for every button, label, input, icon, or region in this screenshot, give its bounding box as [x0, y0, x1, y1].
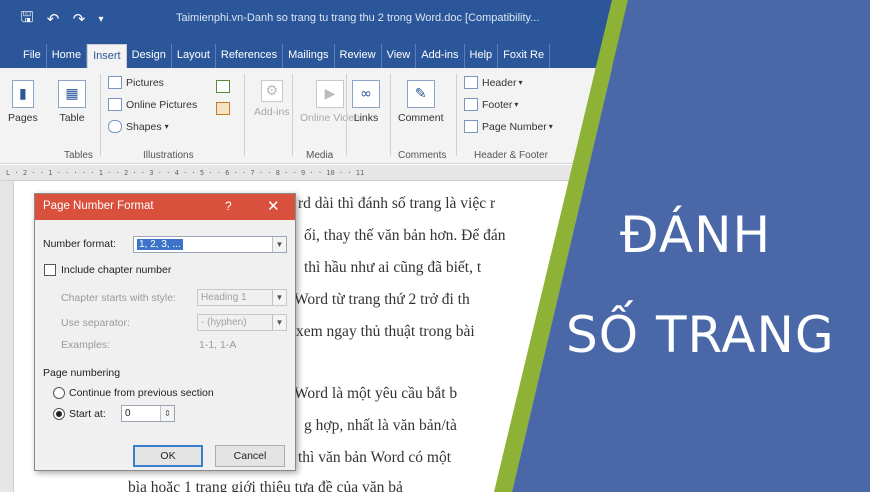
link-icon: ∞ [352, 80, 380, 108]
tab-file[interactable]: File [18, 44, 47, 68]
chevron-down-icon: ▼ [272, 290, 286, 305]
start-at-radio[interactable] [53, 408, 65, 420]
online-pictures-button[interactable]: Online Pictures [108, 98, 197, 111]
table-icon: ▦ [58, 80, 86, 108]
dialog-title: Page Number Format [43, 200, 154, 212]
group-label-comments: Comments [398, 150, 447, 161]
document-line: Word là một yêu cầu bắt b [294, 385, 458, 402]
chart-button[interactable] [216, 102, 234, 115]
tab-layout[interactable]: Layout [172, 44, 216, 68]
ok-button[interactable]: OK [133, 445, 203, 467]
smartart-button[interactable] [216, 80, 234, 93]
customize-quick-access-icon[interactable]: ▾ [92, 10, 110, 28]
start-at-label: Start at: [69, 408, 106, 420]
vertical-ruler[interactable] [0, 181, 14, 492]
comment-icon: ✎ [406, 80, 435, 108]
save-icon[interactable]: 🖫 [18, 8, 36, 28]
help-icon[interactable]: ? [225, 199, 232, 213]
picture-icon [108, 76, 122, 89]
continue-previous-label: Continue from previous section [69, 387, 214, 399]
chapter-style-label: Chapter starts with style: [61, 292, 176, 304]
store-icon: ⚙ [260, 80, 283, 102]
include-chapter-checkbox[interactable] [44, 264, 56, 276]
chart-icon [216, 102, 230, 115]
tab-add-ins[interactable]: Add-ins [416, 44, 465, 68]
banner-heading-line-1: ĐÁNH [620, 206, 772, 264]
group-label-header-footer: Header & Footer [474, 150, 548, 161]
tab-mailings[interactable]: Mailings [283, 44, 335, 68]
tab-home[interactable]: Home [47, 44, 88, 68]
links-button[interactable]: ∞ Links [352, 80, 380, 124]
document-line: ối, thay thế văn bản hơn. Để đán [304, 227, 506, 244]
video-icon: ▶ [315, 80, 344, 108]
smartart-icon [216, 80, 230, 93]
number-format-label: Number format: [43, 238, 116, 250]
footer-icon [464, 98, 478, 111]
online-video-button[interactable]: ▶ Online Video [300, 80, 360, 124]
separator-select[interactable]: - (hyphen) ▼ [197, 314, 287, 331]
number-format-select[interactable]: 1, 2, 3, ... ▼ [133, 236, 287, 253]
include-chapter-label: Include chapter number [61, 264, 172, 276]
add-ins-button[interactable]: ⚙ Add-ins [254, 80, 290, 118]
tab-help[interactable]: Help [465, 44, 499, 68]
chapter-style-select[interactable]: Heading 1 ▼ [197, 289, 287, 306]
document-line: rd dài thì đánh số trang là việc r [298, 195, 496, 212]
header-icon [464, 76, 478, 89]
examples-value: 1-1, 1-A [199, 339, 237, 351]
title-bar: 🖫 ↶ ↷ ▾ Taimienphi.vn-Danh so trang tu t… [0, 0, 870, 40]
group-label-media: Media [306, 150, 334, 161]
page-number-format-dialog: Page Number Format ? ✕ Number format: 1,… [34, 193, 296, 471]
document-line: thì văn bản Word có một [298, 449, 452, 466]
banner-heading-line-2: SỐ TRANG [566, 306, 835, 364]
ribbon: ▮ Pages ▦ Table Tables Pictures Online P… [0, 68, 870, 164]
comment-button[interactable]: ✎ Comment [398, 80, 444, 124]
group-label-illustrations: Illustrations [143, 150, 194, 161]
start-at-input[interactable]: 0 ⇕ [121, 405, 175, 422]
footer-button[interactable]: Footer ▾ [464, 98, 518, 111]
online-picture-icon [108, 98, 122, 111]
document-line: g hợp, nhất là văn bản/tà [304, 417, 457, 434]
page-numbering-label: Page numbering [43, 367, 121, 379]
continue-previous-radio[interactable] [53, 387, 65, 399]
document-line: Word từ trang thứ 2 trở đi th [294, 291, 470, 308]
page-number-button[interactable]: Page Number ▾ [464, 120, 553, 133]
tab-references[interactable]: References [216, 44, 284, 68]
dialog-title-bar: Page Number Format ? ✕ [35, 194, 295, 220]
number-format-value: 1, 2, 3, ... [137, 239, 183, 250]
undo-icon[interactable]: ↶ [44, 10, 62, 28]
cancel-button[interactable]: Cancel [215, 445, 285, 467]
document-line: thì hầu như ai cũng đã biết, t [304, 259, 482, 276]
document-line: bìa hoặc 1 trang giới thiệu tựa đề của v… [128, 479, 403, 492]
separator-label: Use separator: [61, 317, 130, 329]
quick-access-toolbar: 🖫 ↶ ↷ ▾ [18, 8, 118, 29]
redo-icon[interactable]: ↷ [70, 10, 88, 28]
table-button[interactable]: ▦ Table [58, 80, 86, 124]
close-icon[interactable]: ✕ [267, 197, 280, 215]
chevron-down-icon: ▼ [272, 237, 286, 252]
group-label-tables: Tables [64, 150, 93, 161]
tab-view[interactable]: View [382, 44, 417, 68]
document-line: xem ngay thủ thuật trong bài [296, 323, 475, 340]
pictures-button[interactable]: Pictures [108, 76, 164, 89]
shapes-button[interactable]: Shapes ▾ [108, 120, 169, 133]
pages-icon: ▮ [11, 80, 34, 108]
pages-button[interactable]: ▮ Pages [8, 80, 38, 124]
tab-foxit-re[interactable]: Foxit Re [498, 44, 551, 68]
spinner-icon[interactable]: ⇕ [160, 406, 174, 421]
header-button[interactable]: Header ▾ [464, 76, 522, 89]
document-title: Taimienphi.vn-Danh so trang tu trang thu… [176, 12, 540, 24]
tab-insert[interactable]: Insert [87, 44, 127, 68]
examples-label: Examples: [61, 339, 111, 351]
tab-design[interactable]: Design [127, 44, 172, 68]
shapes-icon [108, 120, 122, 133]
page-number-icon [464, 120, 478, 133]
horizontal-ruler[interactable]: L · 2 · · 1 · · · · · 1 · · 2 · · 3 · · … [0, 165, 870, 181]
chevron-down-icon: ▼ [272, 315, 286, 330]
ribbon-tabs: File Home Insert Design Layout References Mail… [0, 40, 870, 68]
tab-review[interactable]: Review [335, 44, 382, 68]
